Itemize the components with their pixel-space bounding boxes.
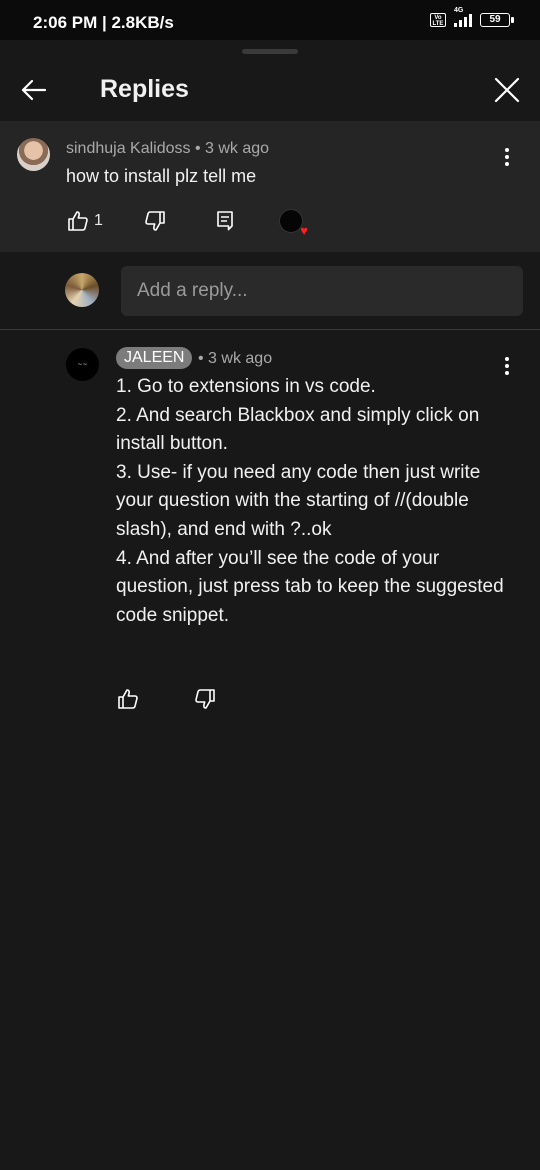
thumb-up-icon: [68, 211, 88, 231]
thumb-up-icon: [118, 689, 138, 709]
comment-icon: [217, 211, 233, 231]
comment-text: how to install plz tell me: [66, 166, 257, 186]
reply-line: 3. Use- if you need any code then just w…: [116, 461, 481, 540]
reply-actions: [116, 687, 217, 711]
reply-line: 1. Go to extensions in vs code.: [116, 376, 376, 397]
reply-time: • 3 wk ago: [198, 350, 273, 367]
like-button[interactable]: [66, 209, 90, 233]
replies-header: Replies: [0, 64, 540, 120]
reply-author-chip[interactable]: JALEEN: [116, 347, 193, 369]
avatar[interactable]: [17, 138, 50, 171]
comment-author[interactable]: sindhuja Kalidoss: [66, 140, 191, 157]
reply-time-value: 3 wk ago: [208, 350, 273, 367]
heart-icon: ♥: [300, 223, 308, 238]
comment-time: 3 wk ago: [205, 140, 270, 157]
creator-heart-badge[interactable]: ♥: [278, 209, 308, 237]
parent-comment: sindhuja Kalidoss • 3 wk ago how to inst…: [0, 121, 540, 252]
page-title: Replies: [100, 75, 189, 103]
status-bar: 2:06 PM | 2.8KB/s Vo LTE 4G 59: [0, 0, 540, 40]
avatar-signature-icon: ~~: [77, 361, 88, 368]
like-count: 1: [94, 212, 103, 229]
status-icons: Vo LTE 4G 59: [430, 7, 514, 27]
close-button[interactable]: [491, 74, 523, 106]
close-icon: [494, 77, 520, 103]
like-button[interactable]: [116, 687, 140, 711]
dislike-button[interactable]: [143, 209, 167, 233]
thumb-down-icon: [195, 689, 215, 709]
network-type: 4G: [454, 7, 464, 14]
avatar: [65, 273, 99, 307]
thumb-down-icon: [145, 211, 165, 231]
reply-text: 1. Go to extensions in vs code. 2. And s…: [116, 373, 511, 630]
volte-icon: Vo LTE: [430, 13, 446, 27]
more-options-button[interactable]: [497, 145, 517, 169]
reply-line: 2. And search Blackbox and simply click …: [116, 404, 480, 455]
comment-actions: 1 ♥: [66, 209, 308, 237]
signal-icon: 4G: [454, 7, 472, 27]
dislike-button[interactable]: [193, 687, 217, 711]
back-button[interactable]: [18, 74, 50, 106]
add-reply-row: [0, 252, 540, 330]
battery-icon: 59: [480, 13, 514, 27]
reply-line: 4. And after you’ll see the code of your…: [116, 547, 504, 626]
arrow-back-icon: [21, 79, 47, 101]
drag-handle[interactable]: [242, 49, 298, 54]
comment-meta: sindhuja Kalidoss • 3 wk ago: [66, 140, 269, 158]
status-time: 2:06 PM | 2.8KB/s: [33, 13, 174, 32]
avatar[interactable]: ~~: [66, 348, 99, 381]
replies-sheet: Replies sindhuja Kalidoss • 3 wk ago how…: [0, 40, 540, 1170]
reply-input[interactable]: [121, 266, 523, 316]
reply-button[interactable]: [213, 209, 237, 233]
more-vert-icon: [505, 148, 509, 166]
meta-separator: •: [194, 140, 206, 157]
